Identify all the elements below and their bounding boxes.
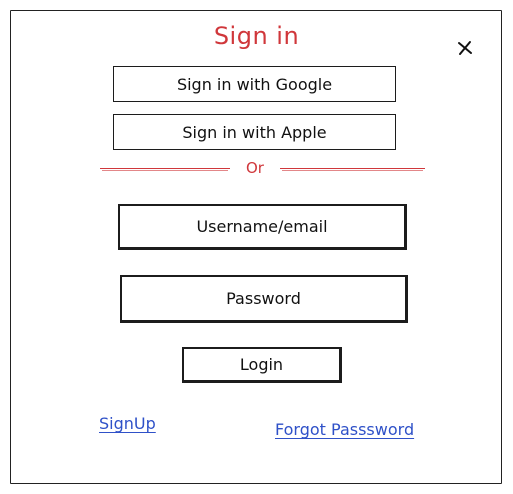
password-input[interactable] [122,277,405,320]
or-divider: Or [100,158,425,180]
login-label: Login [239,355,284,374]
forgot-password-link[interactable]: Forgot Passsword [275,420,414,439]
username-input[interactable] [120,206,404,247]
login-button[interactable]: Login [182,347,342,383]
password-field[interactable] [120,275,408,323]
sign-in-with-google-button[interactable]: Sign in with Google [113,66,396,102]
close-button[interactable] [455,38,475,58]
dialog-title: Sign in [213,22,300,50]
sign-in-with-google-label: Sign in with Google [176,74,333,94]
divider-line-right [280,168,425,171]
divider-label: Or [246,159,264,177]
signup-link[interactable]: SignUp [99,414,156,433]
sign-in-with-apple-label: Sign in with Apple [182,122,327,142]
username-field[interactable] [118,204,407,250]
sign-in-with-apple-button[interactable]: Sign in with Apple [113,114,396,150]
divider-line-left [100,168,230,171]
close-icon [458,41,472,55]
